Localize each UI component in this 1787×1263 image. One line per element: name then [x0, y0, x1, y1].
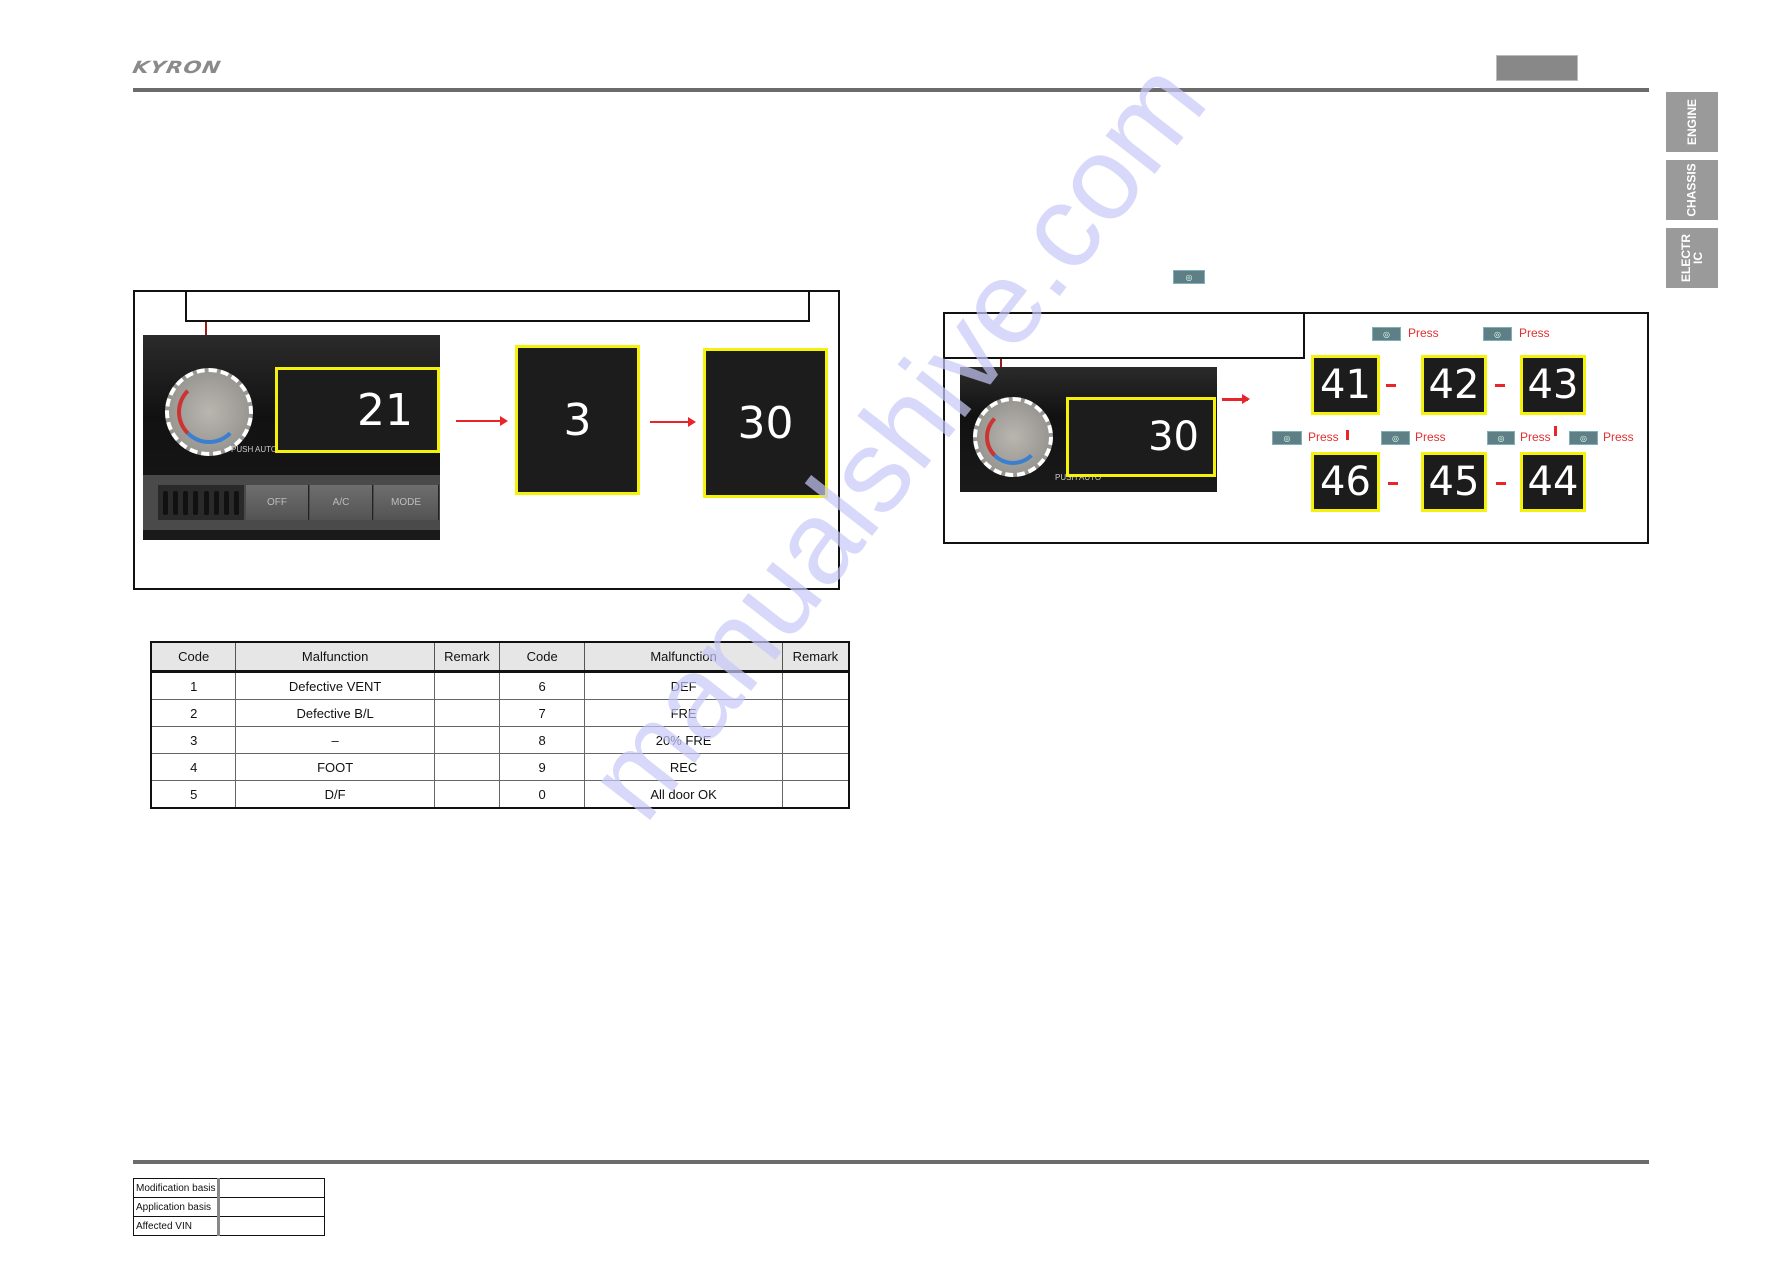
cell-code: 6 — [498, 671, 586, 700]
cell-malfunction: D/F — [235, 780, 435, 809]
left-diagram-caption-box — [185, 290, 810, 322]
rear-wiper-icon[interactable]: ◎ — [1483, 327, 1512, 341]
press-label: Press — [1308, 430, 1339, 444]
table-row: Affected VIN — [132, 1216, 326, 1236]
rear-wiper-icon: ◎ — [1173, 270, 1205, 284]
hvac-panel: PUSH AUTO 21 OFF A/C MODE — [143, 335, 440, 540]
arrow-right-icon — [456, 416, 508, 426]
arrow-left-icon — [1388, 482, 1398, 485]
cell-remark — [433, 780, 500, 809]
col-remark: Remark — [433, 641, 500, 673]
cell-code: 0 — [498, 780, 586, 809]
rear-wiper-icon[interactable]: ◎ — [1381, 431, 1410, 445]
col-code: Code — [498, 641, 586, 673]
cell-malfunction: – — [235, 726, 435, 754]
knob-scale-icon — [177, 380, 241, 444]
cell-remark — [433, 726, 500, 754]
ac-button[interactable]: A/C — [310, 485, 373, 520]
side-tab-label: CHASSIS — [1685, 163, 1699, 217]
cell-remark — [433, 699, 500, 727]
rear-wiper-icon[interactable]: ◎ — [1372, 327, 1401, 341]
arrow-right-icon — [1386, 384, 1396, 387]
side-tab-electric[interactable]: ELECTRIC — [1666, 228, 1718, 288]
cell-remark — [781, 780, 850, 809]
col-code: Code — [150, 641, 237, 673]
table-row: 5 D/F 0 All door OK — [150, 780, 850, 809]
revision-label: Application basis — [132, 1197, 220, 1217]
code-box-42: 42 — [1421, 355, 1487, 415]
knob-label: PUSH AUTO — [231, 445, 278, 454]
cell-remark — [781, 753, 850, 781]
cell-code: 2 — [150, 699, 237, 727]
display-start: 30 — [1066, 397, 1216, 477]
cell-code: 5 — [150, 780, 237, 809]
code-box-45: 45 — [1421, 452, 1487, 512]
display-blinking: 21 — [275, 367, 440, 453]
revision-value — [217, 1178, 326, 1198]
footer-divider — [133, 1160, 1649, 1164]
rear-wiper-icon[interactable]: ◎ — [1487, 431, 1515, 445]
side-tab-chassis[interactable]: CHASSIS — [1666, 160, 1718, 220]
arrow-down-icon — [1554, 426, 1557, 436]
side-tab-engine[interactable]: ENGINE — [1666, 92, 1718, 152]
vent-grille-icon — [158, 485, 244, 520]
cell-remark — [781, 699, 850, 727]
cell-code: 7 — [498, 699, 586, 727]
arrow-left-icon — [1496, 482, 1506, 485]
press-label: Press — [1603, 430, 1634, 444]
revision-value — [217, 1216, 326, 1236]
revision-value — [217, 1197, 326, 1217]
cell-code: 4 — [150, 753, 237, 781]
cell-malfunction: Defective B/L — [235, 699, 435, 727]
cell-remark — [781, 726, 850, 754]
side-tab-label: ELECTRIC — [1679, 234, 1705, 282]
button-row: OFF A/C MODE — [143, 475, 440, 530]
table-row: 4 FOOT 9 REC — [150, 753, 850, 781]
cell-remark — [433, 671, 500, 700]
cell-malfunction: Defective VENT — [235, 671, 435, 700]
off-button[interactable]: OFF — [246, 485, 309, 520]
code-box-41: 41 — [1311, 355, 1380, 415]
header-divider — [133, 88, 1649, 92]
press-label: Press — [1408, 326, 1439, 340]
display-step-1: 3 — [515, 345, 640, 495]
arrow-right-icon — [1495, 384, 1505, 387]
press-label: Press — [1415, 430, 1446, 444]
brand-logo: KYRON — [130, 58, 224, 78]
code-box-46: 46 — [1311, 452, 1380, 512]
arrow-right-icon — [1222, 394, 1250, 404]
revision-label: Affected VIN — [132, 1216, 220, 1236]
cell-malfunction: FOOT — [235, 753, 435, 781]
rear-wiper-icon[interactable]: ◎ — [1272, 431, 1302, 445]
code-box-43: 43 — [1520, 355, 1586, 415]
mode-button[interactable]: MODE — [374, 485, 439, 520]
arrow-right-icon — [650, 417, 696, 427]
side-tab-label: ENGINE — [1684, 98, 1699, 146]
cell-code: 1 — [150, 671, 237, 700]
cell-code: 3 — [150, 726, 237, 754]
code-box-44: 44 — [1520, 452, 1586, 512]
arrow-up-icon — [1346, 430, 1349, 440]
revision-label: Modification basis — [132, 1178, 220, 1198]
table-row: Application basis — [132, 1197, 326, 1217]
rear-wiper-icon[interactable]: ◎ — [1569, 431, 1598, 445]
page-number-box — [1496, 55, 1578, 81]
temperature-knob[interactable] — [165, 368, 253, 456]
press-label: Press — [1520, 430, 1551, 444]
col-malfunction: Malfunction — [235, 641, 435, 673]
cell-remark — [433, 753, 500, 781]
press-label: Press — [1519, 326, 1550, 340]
table-row: Modification basis — [132, 1178, 326, 1198]
revision-table: Modification basis Application basis Aff… — [132, 1178, 326, 1236]
